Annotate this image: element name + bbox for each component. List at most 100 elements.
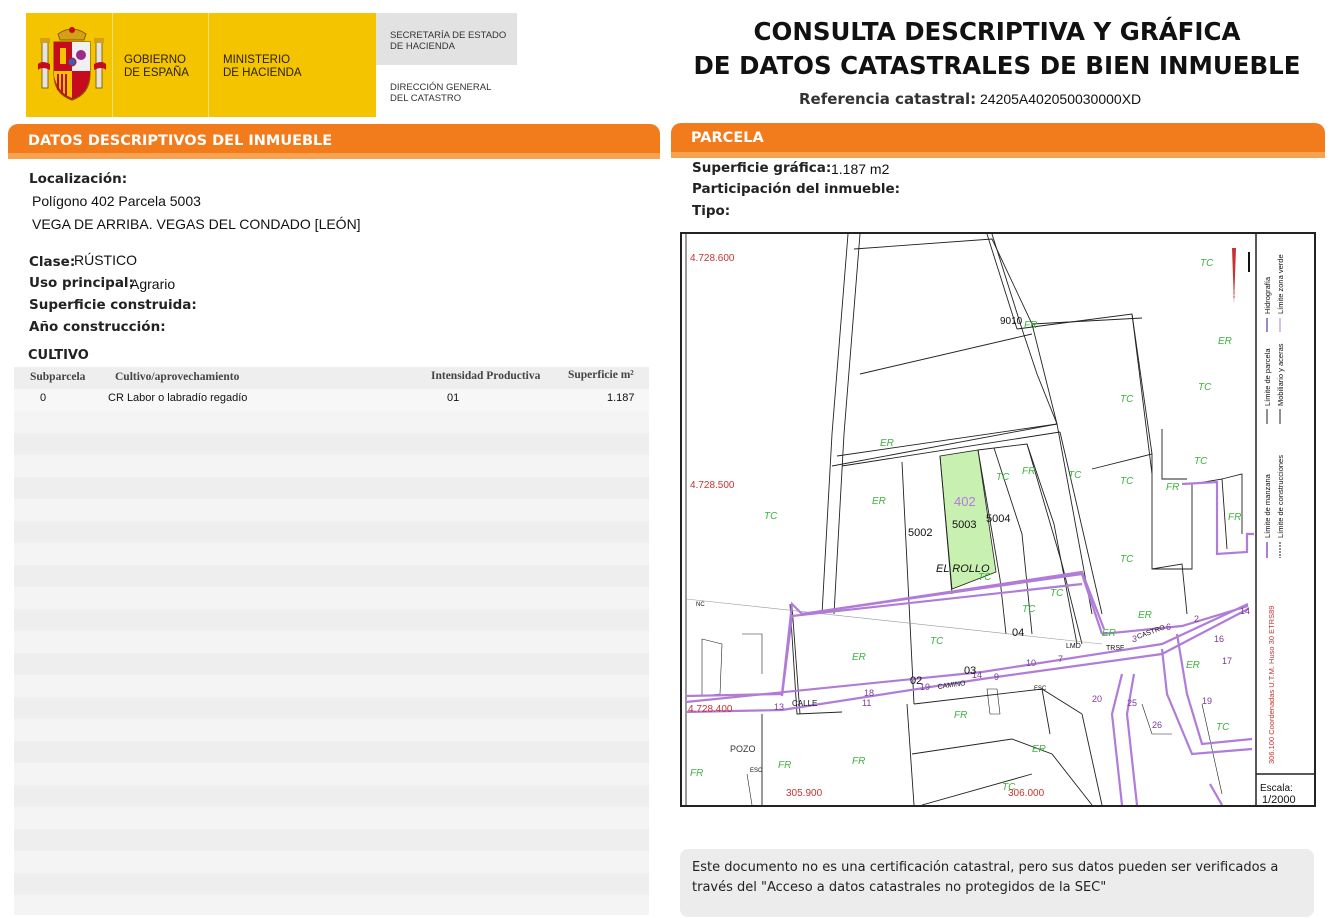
svg-text:ER: ER xyxy=(1186,660,1200,671)
svg-text:14: 14 xyxy=(1240,606,1250,616)
page-title-line1: CONSULTA DESCRIPTIVA Y GRÁFICA xyxy=(753,17,1241,46)
parcela-5003-label: 5003 xyxy=(952,519,976,531)
svg-text:TC: TC xyxy=(930,636,944,647)
legend-coordenadas: 306.100 Coordenadas U.T.M. Huso 30 ETRS8… xyxy=(1267,606,1276,764)
camino-label: CAMINO xyxy=(937,680,966,691)
datos-descriptivos-title: DATOS DESCRIPTIVOS DEL INMUEBLE xyxy=(28,133,333,149)
svg-text:13: 13 xyxy=(774,702,784,712)
table-stripe xyxy=(14,653,649,675)
svg-text:TC: TC xyxy=(1120,394,1134,405)
logo-divider xyxy=(112,13,113,117)
svg-text:20: 20 xyxy=(1092,694,1102,704)
table-stripe xyxy=(14,521,649,543)
escala-label: Escala: xyxy=(1260,783,1293,794)
svg-text:ESC: ESC xyxy=(1034,686,1047,692)
legend-limite-manzana: Límite de manzana xyxy=(1263,473,1272,538)
coord-n3: 4.728.400 xyxy=(688,704,733,715)
superficie-grafica-label: Superficie gráfica: xyxy=(692,160,832,176)
clase-value: RÚSTICO xyxy=(74,252,137,268)
svg-text:03: 03 xyxy=(964,665,976,677)
parcela-title: PARCELA xyxy=(691,130,764,146)
svg-text:ER: ER xyxy=(872,496,886,507)
cell-subparcela: 0 xyxy=(40,392,47,404)
svg-text:ER: ER xyxy=(1138,610,1152,621)
pozo-label: POZO xyxy=(730,744,756,754)
coat-of-arms-icon xyxy=(38,27,106,101)
svg-text:TC: TC xyxy=(996,472,1010,483)
referencia-catastral-label: Referencia catastral: xyxy=(799,90,977,108)
svg-text:26: 26 xyxy=(1152,720,1162,730)
table-stripe xyxy=(14,433,649,455)
cultivo-table xyxy=(14,367,649,915)
gobierno-line1: GOBIERNO xyxy=(124,54,186,66)
table-stripe xyxy=(14,565,649,587)
cell-superficie: 1.187 xyxy=(607,392,635,404)
svg-text:TC: TC xyxy=(1068,470,1082,481)
svg-text:11: 11 xyxy=(862,698,871,708)
svg-text:7: 7 xyxy=(1058,654,1063,664)
section-rule xyxy=(671,152,1325,158)
svg-text:TC: TC xyxy=(1120,476,1134,487)
svg-text:TC: TC xyxy=(764,511,778,522)
secretaria-line2: DE HACIENDA xyxy=(390,41,455,52)
svg-text:2: 2 xyxy=(1194,614,1199,624)
page-title: CONSULTA DESCRIPTIVA Y GRÁFICA DE DATOS … xyxy=(690,15,1304,83)
svg-text:9: 9 xyxy=(994,672,999,682)
coord-n2: 4.728.500 xyxy=(690,480,735,491)
svg-text:FR: FR xyxy=(1024,320,1037,331)
uso-principal-label: Uso principal: xyxy=(29,275,134,291)
svg-text:FR: FR xyxy=(1228,512,1241,523)
svg-text:FR: FR xyxy=(954,710,967,721)
coord-e2: 306.000 xyxy=(1008,788,1045,799)
svg-text:10: 10 xyxy=(1026,658,1036,668)
svg-text:NC: NC xyxy=(696,602,705,608)
parcela-5004-label: 5004 xyxy=(986,513,1010,525)
localizacion-line1: Polígono 402 Parcela 5003 xyxy=(32,193,201,209)
paraje-label: EL ROLLO xyxy=(936,563,990,575)
table-stripe xyxy=(14,785,649,807)
col-cultivo: Cultivo/aprovechamiento xyxy=(115,371,240,383)
col-superficie: Superficie m² xyxy=(568,369,634,381)
svg-text:FR: FR xyxy=(690,768,703,779)
parcela-9010-label: 9010 xyxy=(1000,316,1023,327)
clase-label: Clase: xyxy=(29,254,76,270)
table-stripe xyxy=(14,609,649,631)
svg-text:ER: ER xyxy=(852,652,866,663)
datos-descriptivos-header: DATOS DESCRIPTIVOS DEL INMUEBLE xyxy=(8,124,660,154)
tipo-label: Tipo: xyxy=(692,203,731,219)
calle-label: CALLE xyxy=(792,699,817,708)
svg-text:ER: ER xyxy=(880,438,894,449)
svg-text:FR: FR xyxy=(852,756,865,767)
coord-e1: 305.900 xyxy=(786,788,823,799)
map-legend: Límite de manzana Límite de parcela Lími… xyxy=(1260,254,1296,805)
direccion-line1: DIRECCIÓN GENERAL xyxy=(390,82,492,93)
superficie-construida-label: Superficie construida: xyxy=(29,297,197,313)
svg-text:ESC: ESC xyxy=(750,768,763,774)
svg-text:TC: TC xyxy=(1120,554,1134,565)
table-stripe xyxy=(14,477,649,499)
legend-hidrografia: Hidrografía xyxy=(1263,276,1272,314)
cadastral-map-drawing: 13 1118 1914 9 10 73 6214 20 2526 191716 02 … xyxy=(685,234,1314,805)
gobierno-line2: DE ESPAÑA xyxy=(124,67,189,79)
ministerio-line1: MINISTERIO xyxy=(223,54,291,66)
svg-text:02: 02 xyxy=(910,675,922,687)
svg-text:TC: TC xyxy=(1198,382,1212,393)
disclaimer-notice: Este documento no es una certificación c… xyxy=(680,849,1314,917)
svg-text:ER: ER xyxy=(1218,336,1232,347)
svg-text:04: 04 xyxy=(1012,627,1024,639)
svg-text:TC: TC xyxy=(1050,588,1064,599)
svg-text:25: 25 xyxy=(1127,698,1137,708)
secretaria-line1: SECRETARÍA DE ESTADO xyxy=(390,30,507,41)
legend-limite-construcciones: Límite de construcciones xyxy=(1276,455,1285,538)
cadastral-map[interactable]: 13 11 18 19 14 9 10 7 3 6 2 14 20 25 26 19 17 16 02 … xyxy=(680,232,1316,807)
col-subparcela: Subparcela xyxy=(30,371,86,383)
svg-text:16: 16 xyxy=(1214,634,1224,644)
poligono-label: 402 xyxy=(954,494,976,509)
legend-limite-parcela: Límite de parcela xyxy=(1263,348,1272,406)
cultivo-title: CULTIVO xyxy=(28,348,89,363)
participacion-label: Participación del inmueble: xyxy=(692,181,901,197)
uso-principal-value: Agrario xyxy=(130,276,176,292)
ministerio-line2: DE HACIENDA xyxy=(223,67,302,79)
svg-text:FR: FR xyxy=(778,760,791,771)
parcela-header: PARCELA xyxy=(671,123,1325,153)
